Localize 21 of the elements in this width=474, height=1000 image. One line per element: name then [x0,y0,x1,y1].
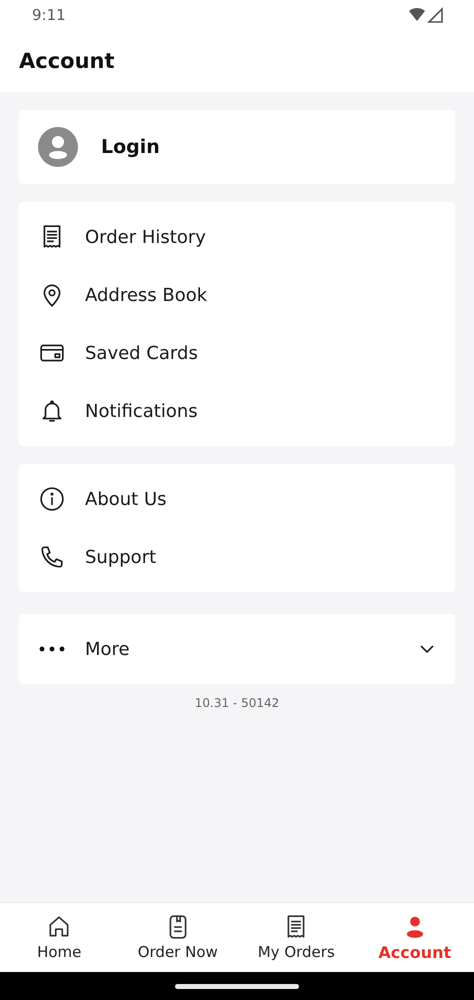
menu-item[interactable]: Notifications [19,382,455,440]
login-row[interactable]: Login [19,110,455,184]
nav-tab[interactable]: Account [356,903,474,972]
menu-item[interactable]: About Us [19,470,455,528]
info-icon [39,486,65,512]
menu-item[interactable]: Order History [19,208,455,266]
phone-icon [39,544,65,570]
menu-item[interactable]: Address Book [19,266,455,324]
status-icons [408,7,444,23]
menu-item[interactable]: Support [19,528,455,586]
nav-tab[interactable]: Home [0,903,118,972]
home-indicator[interactable] [175,984,299,988]
more-row[interactable]: More [19,614,455,684]
avatar-icon [37,126,79,168]
version-text: 10.31 - 50142 [194,696,280,710]
nav-tab[interactable]: My Orders [237,903,356,972]
menu-item[interactable]: Saved Cards [19,324,455,382]
nav-tab[interactable]: Order Now [118,903,237,972]
status-time: 9:11 [32,6,66,24]
page-title: Account [19,49,115,73]
more-dots-icon [39,646,65,652]
